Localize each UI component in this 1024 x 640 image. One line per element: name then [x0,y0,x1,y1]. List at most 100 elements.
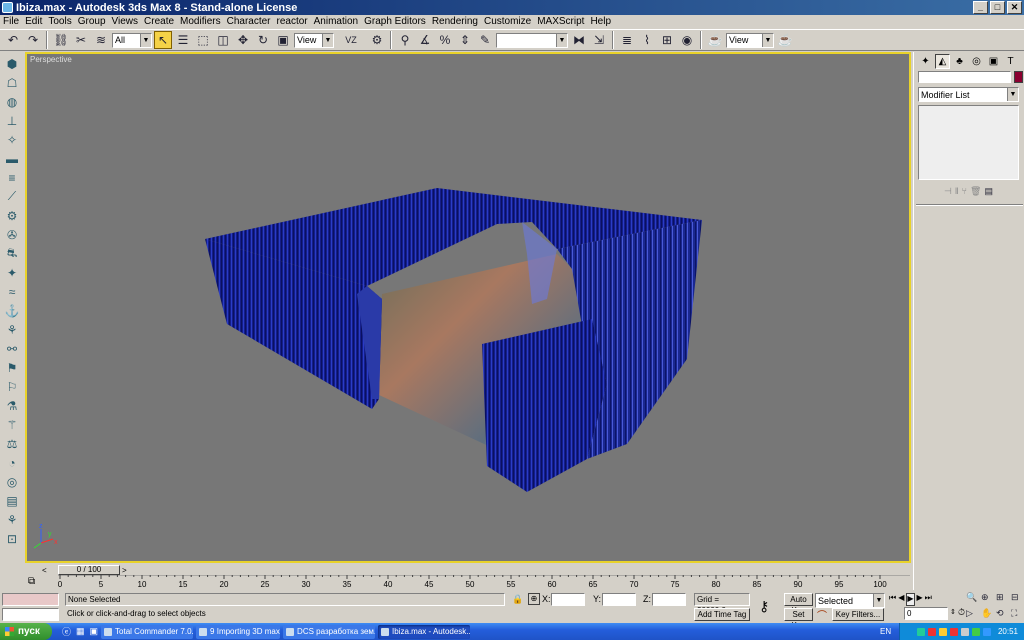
modifier-list-dropdown[interactable]: Modifier List ▼ [918,87,1019,102]
schematic-view-icon[interactable]: ⊞ [658,31,676,49]
maxscript-listener-pink[interactable] [2,593,59,606]
reactor-rigid-body-icon[interactable]: ⬢ [3,55,21,72]
reactor-car-wheel-icon[interactable]: ⚐ [3,378,21,395]
bind-space-warp-icon[interactable]: ≋ [92,31,110,49]
menu-edit[interactable]: Edit [22,16,45,27]
next-frame-icon[interactable]: ▶ [917,593,923,606]
reactor-toy-car-icon[interactable]: ⛐ [3,245,21,262]
task-ibiza-max[interactable]: Ibiza.max - Autodesk... [378,624,471,639]
menu-maxscript[interactable]: MAXScript [534,16,587,27]
menu-views[interactable]: Views [109,16,142,27]
reactor-hinge-icon[interactable]: ⚘ [3,321,21,338]
tray-misc-icon[interactable] [960,627,969,636]
zoom-extents-icon[interactable]: ⊞ [996,592,1009,606]
zoom-all-icon[interactable]: ⊕ [981,592,994,606]
render-scene-icon[interactable]: ☕ [706,31,724,49]
select-and-link-icon[interactable]: ⛓ [52,31,70,49]
configure-modifier-sets-icon[interactable]: ▤ [984,186,993,197]
quicklaunch-folder-icon[interactable]: ▦ [76,626,85,637]
time-prev-arrow-icon[interactable]: < [42,566,47,575]
task-total-commander[interactable]: Total Commander 7.0... [101,624,194,639]
menu-file[interactable]: File [0,16,22,27]
time-next-arrow-icon[interactable]: > [122,566,127,575]
arc-rotate-icon[interactable]: ⟲ [996,608,1009,622]
auto-key-button[interactable]: Auto Key [784,593,813,615]
current-frame-field[interactable]: 0 [904,607,948,620]
tray-antivirus-icon[interactable] [927,627,936,636]
reactor-dashpot-icon[interactable]: ⟋ [3,188,21,205]
pivot-center-button[interactable]: VZ [336,31,366,49]
menu-graph-editors[interactable]: Graph Editors [361,16,429,27]
task-dcs-razrabotka[interactable]: DCS разработка зем... [283,624,376,639]
tray-network-icon[interactable] [916,627,925,636]
quicklaunch-desktop-icon[interactable]: ▣ [90,626,99,637]
select-and-scale-icon[interactable]: ▣ [274,31,292,49]
reactor-ragdoll-icon[interactable]: ⚚ [3,416,21,433]
go-to-start-icon[interactable]: ⏮ [889,593,896,606]
object-color-swatch[interactable] [1014,71,1023,83]
select-object-icon[interactable]: ↖ [154,31,172,49]
tray-app-icon[interactable] [949,627,958,636]
tray-bluetooth-icon[interactable] [982,627,991,636]
align-icon[interactable]: ⇲ [590,31,608,49]
menu-tools[interactable]: Tools [45,16,74,27]
quick-render-icon[interactable]: ☕ [776,31,794,49]
menu-animation[interactable]: Animation [311,16,361,27]
menu-group[interactable]: Group [75,16,109,27]
utilities-tab-icon[interactable]: T [1003,54,1018,69]
display-tab-icon[interactable]: ▣ [986,54,1001,69]
pan-icon[interactable]: ✋ [981,608,994,622]
close-button[interactable]: ✕ [1007,1,1022,14]
motion-tab-icon[interactable]: ◎ [969,54,984,69]
reactor-wind-icon[interactable]: ✇ [3,226,21,243]
selection-filter-dropdown[interactable]: All ▼ [112,32,152,48]
reactor-rope-icon[interactable]: ⊥ [3,112,21,129]
set-key-button[interactable]: Set Key [784,608,813,630]
field-of-view-icon[interactable]: ▷ [966,608,979,622]
spinner-snap-icon[interactable]: ⇕ [456,31,474,49]
task-importing-3dmax[interactable]: 9 Importing 3D max [... [196,624,281,639]
key-filters-button[interactable]: Key Filters... [832,608,884,621]
max-app-icon[interactable] [2,2,13,13]
modify-tab-icon[interactable]: ◭ [935,54,950,69]
default-in-out-tangent-icon[interactable]: ⌒ [817,607,827,622]
material-editor-icon[interactable]: ◉ [678,31,696,49]
y-coord-field[interactable] [602,593,636,606]
time-slider[interactable]: 0 / 100 [58,565,120,575]
tray-volume-icon[interactable] [938,627,947,636]
play-icon[interactable]: ▶ [906,593,915,606]
selection-lock-icon[interactable]: 🔒 [512,594,523,605]
reactor-point-to-path-icon[interactable]: ⚗ [3,397,21,414]
reactor-create-animation-icon[interactable]: ⚘ [3,511,21,528]
percent-snap-icon[interactable]: % [436,31,454,49]
modifier-stack[interactable] [918,105,1019,180]
select-and-manipulate-icon[interactable]: ⚙ [368,31,386,49]
tray-status-icon[interactable] [971,627,980,636]
menu-help[interactable]: Help [587,16,614,27]
hierarchy-tab-icon[interactable]: ♣ [952,54,967,69]
reactor-plane-icon[interactable]: ▬ [3,150,21,167]
angle-snap-icon[interactable]: ∡ [416,31,434,49]
track-bar-menu-icon[interactable]: ⧉ [28,576,35,587]
reactor-constraint-icon[interactable]: ⚓ [3,302,21,319]
z-coord-field[interactable] [652,593,686,606]
make-unique-icon[interactable]: ⑂ [962,186,967,196]
menu-modifiers[interactable]: Modifiers [177,16,224,27]
curve-editor-icon[interactable]: ⌇ [638,31,656,49]
create-tab-icon[interactable]: ✦ [918,54,933,69]
named-selection-sets-dropdown[interactable]: ▼ [496,32,568,48]
language-indicator[interactable]: EN [880,627,891,636]
render-type-dropdown[interactable]: View ▼ [726,32,774,48]
frame-spinner-icon[interactable]: ⇕ [950,608,956,616]
reference-coordinate-dropdown[interactable]: View ▼ [294,32,334,48]
reactor-ball-socket-icon[interactable]: ◔ [3,454,21,471]
menu-reactor[interactable]: reactor [274,16,311,27]
maximize-viewport-icon[interactable]: ⛶ [1011,608,1024,622]
set-key-icon[interactable]: ⚷ [759,598,769,615]
go-to-end-icon[interactable]: ⏭ [925,593,932,606]
edit-named-selection-icon[interactable]: ✎ [476,31,494,49]
start-button[interactable]: пуск [0,623,52,640]
minimize-button[interactable]: _ [973,1,988,14]
maximize-button[interactable]: □ [990,1,1005,14]
select-and-rotate-icon[interactable]: ↻ [254,31,272,49]
